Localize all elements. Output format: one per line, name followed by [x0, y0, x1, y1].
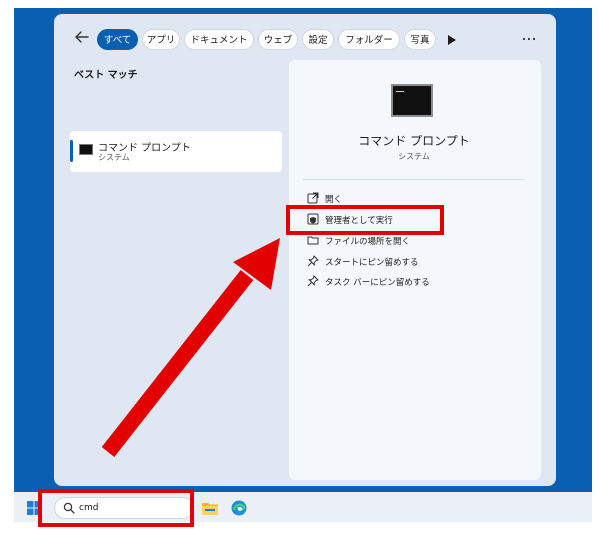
- annotation-arrow: [101, 238, 280, 457]
